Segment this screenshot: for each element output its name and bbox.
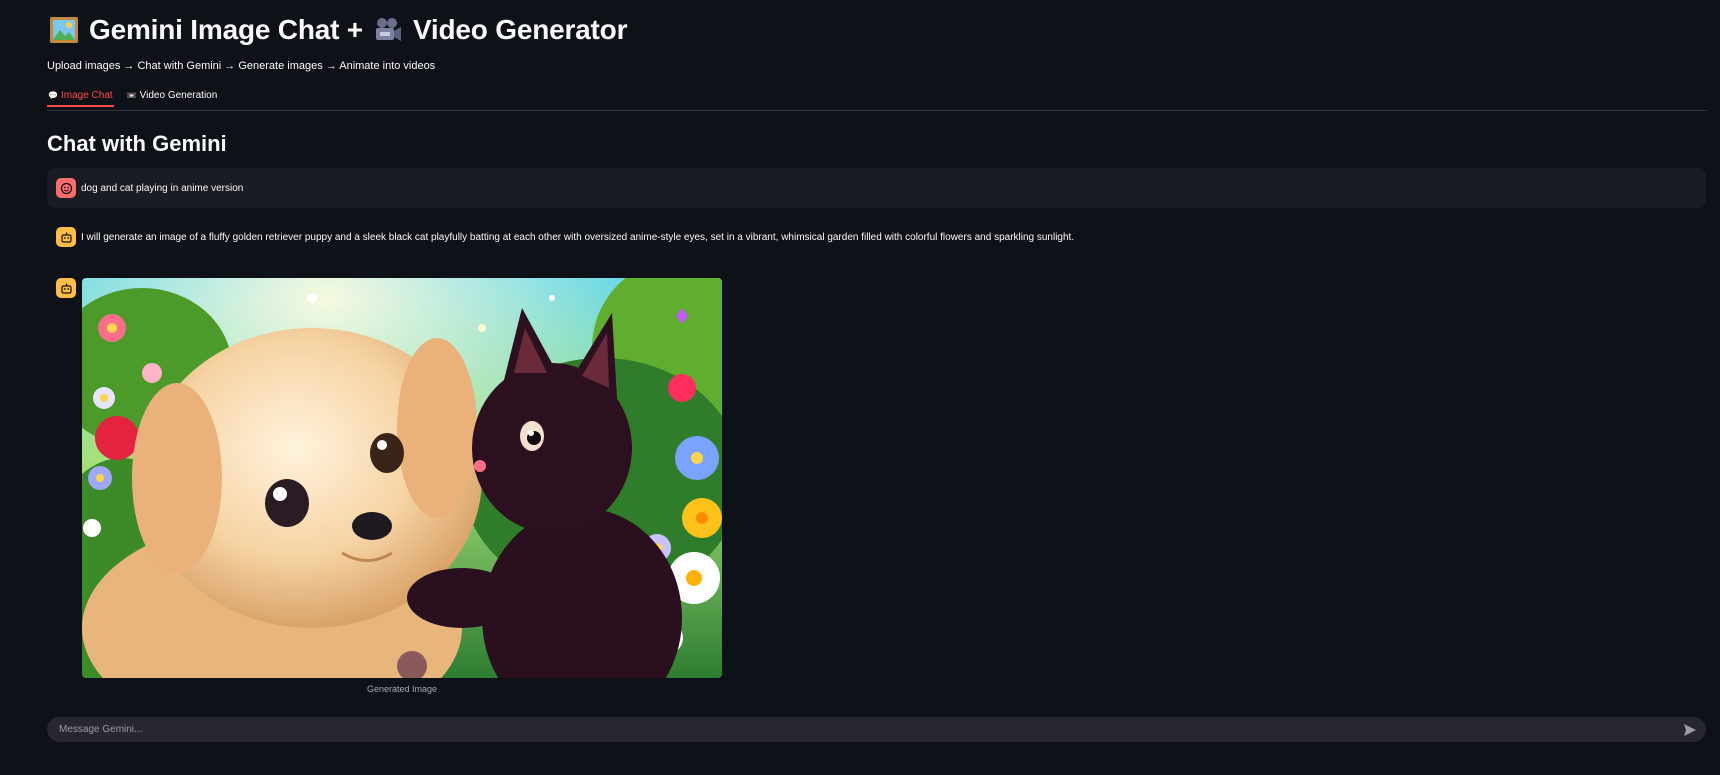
chat-message-assistant-image xyxy=(56,278,76,298)
section-title: Chat with Gemini xyxy=(47,131,227,156)
app-root: Gemini Image Chat + Video Generator Uplo… xyxy=(0,0,1720,775)
chat-input-bar xyxy=(47,717,1706,742)
tab-label: Video Generation xyxy=(139,90,218,101)
message-input[interactable] xyxy=(57,723,1682,736)
chat-message-user: dog and cat playing in anime version xyxy=(47,168,1706,208)
generated-image[interactable] xyxy=(82,278,722,678)
speech-bubble-icon: 💬 xyxy=(48,91,58,100)
tab-video-generation[interactable]: 📼 Video Generation xyxy=(126,88,219,107)
chat-message-text: dog and cat playing in anime version xyxy=(81,182,244,194)
robot-icon xyxy=(56,278,76,298)
page-subtitle: Upload images → Chat with Gemini → Gener… xyxy=(47,60,436,72)
image-caption: Generated Image xyxy=(366,684,438,694)
tab-label: Image Chat xyxy=(60,90,113,101)
page-title-text: Gemini Image Chat + xyxy=(89,14,363,45)
page-title: Gemini Image Chat + Video Generator xyxy=(49,14,627,46)
video-icon: 📼 xyxy=(126,91,137,100)
chat-message-assistant: I will generate an image of a fluffy gol… xyxy=(56,227,1074,247)
send-icon[interactable] xyxy=(1682,722,1698,738)
robot-icon xyxy=(56,227,76,247)
framed-picture-icon xyxy=(50,17,78,43)
anime-dog-cat-illustration xyxy=(82,278,722,678)
chat-message-text: I will generate an image of a fluffy gol… xyxy=(81,231,1075,243)
tab-bar: 💬 Image Chat 📼 Video Generation xyxy=(47,88,1707,111)
user-face-icon xyxy=(56,178,76,198)
page-title-text-2: Video Generator xyxy=(412,14,628,45)
movie-camera-icon xyxy=(375,18,401,41)
tab-image-chat[interactable]: 💬 Image Chat xyxy=(47,88,114,107)
